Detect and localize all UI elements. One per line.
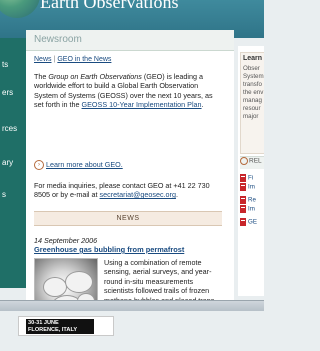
pdf-link-label[interactable]: Im [248, 184, 255, 191]
thumbnail-line: FLORENCE, ITALY [28, 326, 78, 333]
intro-paragraph: The Group on Earth Observations (GEO) is… [34, 72, 220, 110]
article-headline-link[interactable]: Greenhouse gas bubbling from permafrost [34, 245, 224, 254]
intro-text: . [201, 100, 204, 110]
media-text: . [175, 190, 178, 200]
learn-box-line: transfo [243, 81, 262, 88]
newsroom-title: Newsroom [34, 34, 82, 45]
thumbnail-line: 30-31 JUNE [28, 320, 59, 326]
browser-page: Earth Observations ts ers rces ary s New… [0, 0, 264, 351]
taskbar[interactable] [0, 300, 264, 311]
intro-text: The [34, 72, 49, 81]
nav-item[interactable]: s [0, 190, 26, 199]
learn-box-line: the env [243, 89, 264, 96]
learn-box-line: resour [243, 105, 261, 112]
pdf-link[interactable]: GE [240, 218, 257, 226]
pdf-link-label[interactable]: GE [248, 219, 257, 226]
pdf-link[interactable]: Im [240, 183, 255, 191]
tab-geo-in-the-news[interactable]: GEO in the News [57, 56, 111, 63]
learn-more[interactable]: › Learn more about GEO. [34, 160, 123, 171]
pdf-icon [240, 174, 246, 182]
right-sidebar: Learn Obser System transfo the env manag… [238, 46, 264, 296]
pdf-link[interactable]: Im [240, 205, 255, 213]
site-title: Earth Observations [40, 0, 179, 12]
nav-item[interactable]: ers [0, 88, 26, 97]
news-section-header: NEWS [34, 211, 222, 226]
learn-box-line: manag [243, 97, 262, 104]
pdf-link-label[interactable]: Re [248, 197, 256, 204]
tab-news[interactable]: News [34, 56, 52, 63]
article-date: 14 September 2006 [34, 236, 98, 245]
pdf-link[interactable]: Re [240, 196, 256, 204]
newsroom-tabs: News | GEO in the News [34, 56, 111, 63]
learn-box-title: Learn [243, 55, 263, 62]
pdf-link-label[interactable]: Im [248, 206, 255, 213]
intro-emphasis: Group on Earth Observations [48, 72, 142, 81]
pdf-link-label[interactable]: Fi [248, 175, 253, 182]
newsroom-header: Newsroom [26, 30, 234, 51]
pdf-icon [240, 196, 246, 204]
thumbnail-caption: 30-31 JUNE FLORENCE, ITALY [28, 320, 77, 333]
event-thumbnail[interactable]: 30-31 JUNE FLORENCE, ITALY [18, 316, 114, 336]
article-summary: Using a combination of remote sensing, a… [104, 258, 214, 300]
newsroom-panel: Newsroom News | GEO in the News The Group … [26, 30, 234, 300]
bubble-shape [43, 277, 67, 297]
tab-separator: | [53, 56, 56, 63]
bubble-shape [65, 271, 93, 293]
pdf-icon [240, 218, 246, 226]
pdf-icon [240, 205, 246, 213]
arrow-right-icon: › [34, 160, 44, 171]
left-navigation: ts ers rces ary s [0, 38, 26, 288]
article-photo[interactable] [34, 258, 98, 300]
learn-box-line: Obser [243, 65, 260, 72]
related-label: REL [249, 157, 262, 165]
learn-box-line: System [243, 73, 264, 80]
pdf-icon [240, 183, 246, 191]
circle-arrow-icon [240, 157, 248, 165]
email-link[interactable]: secretariat@geosec.org [100, 190, 176, 199]
learn-more-link[interactable]: Learn more about GEO. [46, 160, 123, 169]
nav-item[interactable]: ary [0, 158, 26, 167]
implementation-plan-link[interactable]: GEOSS 10-Year Implementation Plan [82, 100, 202, 109]
learn-box: Learn Obser System transfo the env manag… [240, 52, 264, 154]
nav-item[interactable]: rces [0, 124, 26, 133]
related-header: REL [240, 156, 264, 169]
pdf-link[interactable]: Fi [240, 174, 253, 182]
globe-logo [0, 0, 40, 18]
nav-item[interactable]: ts [0, 60, 26, 69]
bubble-shape [77, 293, 95, 300]
learn-box-line: major [243, 113, 259, 120]
media-contact: For media inquiries, please contact GEO … [34, 181, 224, 200]
